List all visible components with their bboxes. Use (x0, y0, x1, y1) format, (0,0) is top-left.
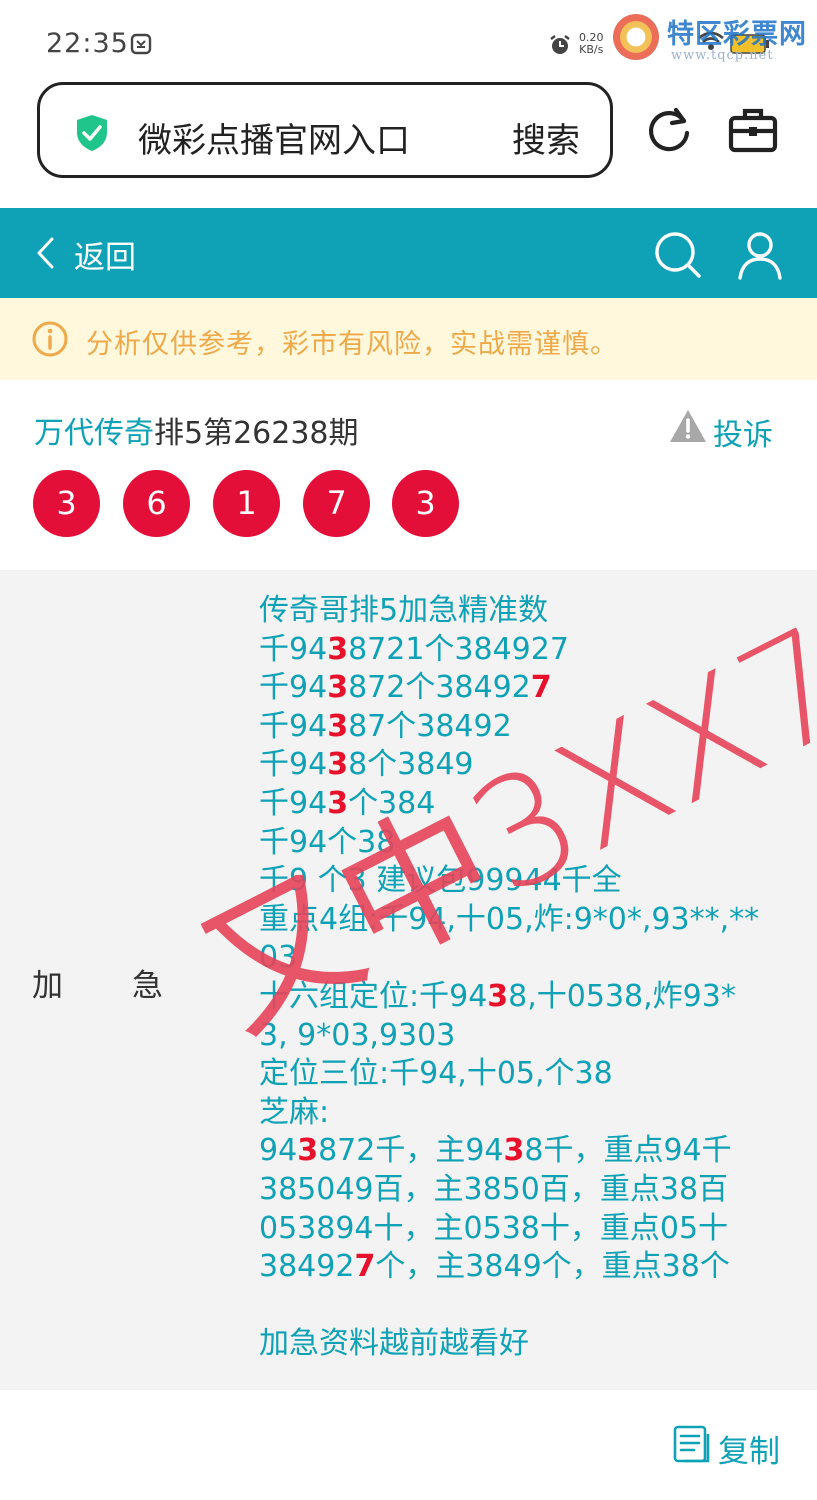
info-icon (32, 321, 68, 357)
toolbox-icon[interactable] (728, 106, 778, 154)
back-label[interactable]: 返回 (74, 232, 136, 277)
line-text: 千94 (259, 670, 328, 706)
status-bar: 22:35 0.20 KB/s 特区彩票网 www.tqcp.net (0, 0, 817, 80)
highlight-digit: 3 (327, 670, 349, 706)
result-ball: 1 (213, 470, 280, 537)
notice-text: 分析仅供参考，彩市有风险，实战需谨慎。 (86, 329, 618, 360)
alarm-icon (550, 35, 570, 54)
highlight-digit: 7 (354, 1249, 376, 1285)
row-label-2: 急 (132, 968, 163, 1004)
line-text: 8721个384927 (348, 631, 569, 667)
search-icon[interactable] (653, 230, 703, 280)
post-title: 万代传奇排5第26238期 (34, 408, 359, 452)
document-copy-icon (673, 1425, 710, 1463)
result-ball: 7 (303, 470, 370, 537)
highlight-digit: 3 (327, 747, 349, 783)
line-text: 8,十0538,炸93* (508, 978, 736, 1014)
line-text: 加急资料越前越看好 (259, 1326, 529, 1362)
prediction-line: 385049百，主3850百，重点38百 (259, 1171, 799, 1210)
line-text: 千94 (259, 708, 328, 744)
search-button[interactable]: 搜索 (512, 113, 580, 162)
prediction-line: 加急资料越前越看好 (259, 1325, 799, 1364)
issue-title: 排5第26238期 (154, 416, 359, 451)
result-ball: 6 (123, 470, 190, 537)
line-text: 872个38492 (348, 670, 531, 706)
result-ball: 3 (33, 470, 100, 537)
line-text: 872千，主94 (318, 1133, 504, 1169)
author-link[interactable]: 万代传奇 (34, 416, 154, 451)
prediction-line: 943872千，主9438千，重点94千 (259, 1132, 799, 1171)
report-label[interactable]: 投诉 (713, 410, 773, 454)
highlight-digit: 3 (327, 631, 349, 667)
shield-check-icon (77, 115, 107, 151)
prediction-line (259, 1287, 799, 1326)
prediction-line: 芝麻: (259, 1094, 799, 1133)
notification-app-icon (130, 33, 152, 55)
search-query[interactable]: 微彩点播官网入口 (138, 113, 410, 162)
highlight-digit: 3 (297, 1133, 319, 1169)
highlight-digit: 7 (530, 670, 552, 706)
line-text: 8千，重点94千 (524, 1133, 732, 1169)
line-text: 传奇哥排5加急精准数 (259, 593, 549, 628)
line-text: 385049百，主3850百，重点38百 (259, 1171, 729, 1207)
line-text: 千94 (259, 631, 328, 667)
network-speed: 0.20 KB/s (579, 32, 604, 56)
copy-button[interactable]: 复制 (672, 1424, 784, 1471)
watermark-url: www.tqcp.net (671, 48, 774, 63)
row-label: 加 急 (32, 960, 172, 1005)
copy-label[interactable]: 复制 (718, 1426, 780, 1471)
report-button[interactable]: 投诉 (668, 408, 783, 453)
refresh-icon[interactable] (646, 106, 694, 156)
user-icon[interactable] (736, 230, 784, 280)
status-time: 22:35 (46, 28, 129, 59)
row-label-1: 加 (32, 968, 63, 1004)
warning-icon (670, 410, 706, 442)
prediction-line: 384927个，主3849个，重点38个 (259, 1248, 799, 1287)
watermark: 特区彩票网 www.tqcp.net (613, 10, 809, 66)
line-text: 053894十，主0538十，重点05十 (259, 1210, 729, 1246)
nav-bar: 返回 (0, 208, 817, 298)
net-speed-unit: KB/s (579, 43, 604, 56)
watermark-logo-icon (613, 14, 659, 60)
chevron-left-icon[interactable] (34, 236, 56, 270)
result-ball: 3 (392, 470, 459, 537)
line-text: 94 (259, 1133, 298, 1169)
highlight-digit: 3 (327, 708, 349, 744)
line-text: 38492 (259, 1249, 355, 1285)
prediction-line: 传奇哥排5加急精准数 (259, 592, 799, 631)
search-bar[interactable]: 微彩点播官网入口 搜索 (37, 82, 613, 178)
line-text: 千94 (259, 747, 328, 783)
highlight-digit: 3 (503, 1133, 525, 1169)
line-text: 千94 (259, 785, 328, 821)
prediction-line: 053894十，主0538十，重点05十 (259, 1210, 799, 1249)
watermark-name: 特区彩票网 (667, 19, 807, 50)
risk-notice: 分析仅供参考，彩市有风险，实战需谨慎。 (0, 298, 817, 380)
line-text: 个，主3849个，重点38个 (375, 1249, 730, 1285)
